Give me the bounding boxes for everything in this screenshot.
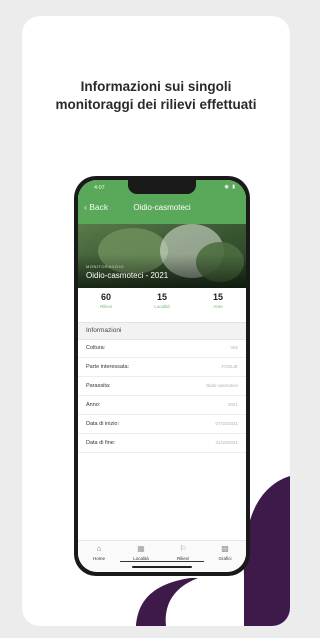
stat-value: 15 — [212, 292, 223, 302]
flag-icon: ⚐ — [179, 544, 187, 553]
promo-headline: Informazioni sui singoli monitoraggi dei… — [22, 78, 290, 114]
phone-notch — [128, 180, 196, 194]
info-value: 31/10/2021 — [215, 440, 238, 445]
chart-icon: ▩ — [221, 544, 229, 553]
map-icon: ▦ — [137, 544, 145, 553]
tab-label: Rilievi — [162, 556, 204, 562]
home-icon: ⌂ — [96, 544, 102, 553]
info-key: Data di fine: — [86, 440, 116, 446]
tab-localita[interactable]: ▦ Località — [120, 544, 162, 562]
stat-label: Aree — [213, 304, 223, 309]
info-value: Vite — [230, 345, 238, 350]
home-indicator — [132, 566, 192, 568]
stat-localita[interactable]: 15 Località — [134, 292, 190, 309]
tab-label: Grafici — [218, 556, 232, 561]
promo-card: Informazioni sui singoli monitoraggi dei… — [22, 16, 290, 626]
info-value: 07/10/2021 — [215, 421, 238, 426]
info-row-anno: Anno: 2021 — [78, 396, 246, 415]
hero-title: Oidio-casmoteci - 2021 — [86, 271, 169, 280]
phone-screen: 4:07 ◉ ▮ ‹ Back Oidio-casmoteci MONITORA… — [78, 180, 246, 572]
status-time: 4:07 — [94, 185, 105, 191]
tab-label: Home — [92, 556, 105, 561]
tab-rilievi[interactable]: ⚐ Rilievi — [162, 544, 204, 562]
info-row-parte-interessata: Parte interessata: FOGLIE — [78, 358, 246, 377]
tab-grafici[interactable]: ▩ Grafici — [204, 544, 246, 561]
nav-title: Oidio-casmoteci — [133, 203, 191, 212]
info-key: Parte interessata: — [86, 364, 130, 370]
stat-aree[interactable]: 15 Aree — [190, 292, 246, 309]
info-key: Anno: — [86, 402, 101, 408]
stat-label: Rilievi — [99, 304, 112, 309]
stat-label: Località — [154, 304, 170, 309]
section-title: Informazioni — [86, 327, 122, 334]
info-value: FOGLIE — [221, 364, 238, 369]
phone-mockup: 4:07 ◉ ▮ ‹ Back Oidio-casmoteci MONITORA… — [74, 176, 250, 576]
stat-value: 15 — [156, 292, 167, 302]
info-key: Coltura: — [86, 345, 106, 351]
info-value: 2021 — [227, 402, 238, 407]
headline-line-2: monitoraggi dei rilievi effettuati — [55, 97, 257, 112]
stats-row: 60 Rilievi 15 Località 15 Aree — [78, 290, 246, 318]
tab-label: Località — [120, 556, 162, 562]
headline-line-1: Informazioni sui singoli — [80, 79, 232, 94]
stat-value: 60 — [100, 292, 111, 302]
section-header-informazioni: Informazioni — [78, 322, 246, 340]
wifi-icon: ◉ — [224, 184, 230, 190]
info-key: Data di inizio: — [86, 421, 120, 427]
info-value: Oidio-casmoteci — [205, 383, 238, 388]
status-icons: ◉ ▮ — [224, 184, 236, 190]
hero-image: MONITORAGGIO Oidio-casmoteci - 2021 — [78, 224, 246, 288]
info-row-coltura: Coltura: Vite — [78, 339, 246, 358]
battery-icon: ▮ — [232, 184, 236, 190]
stat-rilievi[interactable]: 60 Rilievi — [78, 292, 134, 309]
tab-home[interactable]: ⌂ Home — [78, 544, 120, 561]
info-row-data-inizio: Data di inizio: 07/10/2021 — [78, 415, 246, 434]
hero-kicker: MONITORAGGIO — [86, 264, 124, 269]
info-key: Parassita: — [86, 383, 111, 389]
info-row-parassita: Parassita: Oidio-casmoteci — [78, 377, 246, 396]
info-row-data-fine: Data di fine: 31/10/2021 — [78, 434, 246, 453]
